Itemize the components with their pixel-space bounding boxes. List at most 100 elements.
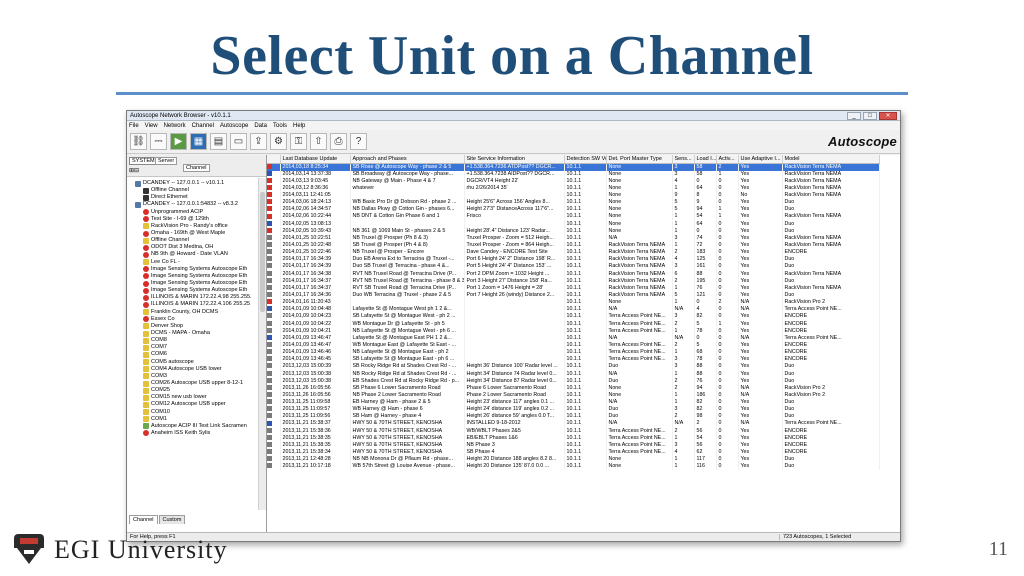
table-row[interactable]: 2013,11,21 15:38:35 HWY 50 & 70TH STREET,…: [267, 434, 880, 442]
tree-node[interactable]: Omaha - 169th @ West Maple: [127, 230, 258, 237]
tree-node[interactable]: Lee Co FL -: [127, 259, 258, 266]
tree-node[interactable]: Offline Channel: [127, 187, 258, 194]
table-row[interactable]: 2013,11,21 15:38:37 HWY 50 & 70TH STREET,…: [267, 420, 880, 428]
column-header[interactable]: Approach and Phases: [350, 155, 465, 164]
tree-node[interactable]: ILLINOIS & MARIN 172.22.4.106 255.25: [127, 301, 258, 308]
menu-tools[interactable]: Tools: [273, 123, 287, 129]
system-button[interactable]: SYSTEM: [129, 157, 158, 165]
table-row[interactable]: 2014,01,17 16:34:36 Duo WB Terracina @ Tr…: [267, 291, 880, 300]
tree-node[interactable]: Image Sensing Systems Autoscope Eth: [127, 287, 258, 294]
tree-node[interactable]: COM1: [127, 416, 258, 423]
table-row[interactable]: 2013,11,26 16:05:56 NB Phase 2 Lower Sacr…: [267, 391, 880, 399]
close-button[interactable]: ✕: [879, 111, 897, 120]
menu-view[interactable]: View: [145, 123, 158, 129]
key-icon[interactable]: ⚿: [290, 133, 307, 150]
folder-icon[interactable]: ▭: [230, 133, 247, 150]
column-header[interactable]: Model: [782, 155, 880, 164]
table-row[interactable]: 2014,01,25 10:22:48 SB Truxel @ Prosper (…: [267, 241, 880, 250]
table-row[interactable]: 2014,01,17 16:34:38 RVT NB Truxel Road @ …: [267, 270, 880, 278]
column-header[interactable]: Site Service Information: [464, 155, 565, 164]
network-icon[interactable]: ⎓: [150, 133, 167, 150]
tree-node[interactable]: COM26 Autoscope USB upper 8-12-1: [127, 380, 258, 387]
table-row[interactable]: 2014,01,09 13:46:45 SB Lafayette St @ Mon…: [267, 356, 880, 364]
table-row[interactable]: 2014,01,09 10:04:48 Lafayette St @ Montag…: [267, 306, 880, 314]
tree-node[interactable]: Denver Shop: [127, 323, 258, 330]
print-icon[interactable]: ⎙: [330, 133, 347, 150]
table-row[interactable]: 2013,12,03 15:00:38 NB Rocky Ridge Rd at …: [267, 370, 880, 378]
table-row[interactable]: 2014,01,09 10:04:22 WB Montague Dr @ Lafa…: [267, 320, 880, 328]
table-row[interactable]: 2014,01,17 16:34:39 Duo EB Arena Ext to T…: [267, 256, 880, 264]
upload-icon[interactable]: ⇧: [310, 133, 327, 150]
help-icon[interactable]: ?: [350, 133, 367, 150]
column-header[interactable]: Sens...: [672, 155, 695, 164]
column-header-status[interactable]: [267, 155, 281, 164]
table-row[interactable]: 2014,01,16 11:20:43 10.1.1 None 1 0 2 N/A RackV…: [267, 299, 880, 307]
tree-node[interactable]: COM10: [127, 409, 258, 416]
tree-node[interactable]: Direct Ethernet: [127, 194, 258, 201]
tree-node[interactable]: COM5 autoscope: [127, 359, 258, 366]
menu-file[interactable]: File: [129, 123, 139, 129]
tree-node[interactable]: Franklin County, OH DCMS: [127, 309, 258, 316]
tree-node[interactable]: Test Site - I-69 @ 129th: [127, 216, 258, 223]
video-icon[interactable]: ▶: [170, 133, 187, 150]
table-row[interactable]: 2014,02,06 14:34:57 NB Dallas Pkwy @ Cott…: [267, 206, 880, 214]
tree-node[interactable]: ODOT Dist 3 Medina, OH: [127, 244, 258, 251]
column-header[interactable]: Activ...: [716, 155, 739, 164]
tree-node[interactable]: DCANDEY -- 127.0.0.1:54832 -- v8.3.2: [127, 201, 258, 208]
column-header[interactable]: Load I...: [694, 155, 717, 164]
menu-autoscope[interactable]: Autoscope: [220, 123, 248, 129]
table-row[interactable]: 2014,03,12 8:36:36 whatever rhu 2/26/2014 …: [267, 184, 880, 192]
menu-help[interactable]: Help: [293, 123, 305, 129]
table-row[interactable]: 2013,12,03 15:00:39 SB Rocky Ridge Rd at …: [267, 363, 880, 371]
tab-channel[interactable]: Channel: [129, 515, 158, 524]
table-row[interactable]: 2014,01,25 10:22:46 NB Truxel @ Prosper -…: [267, 249, 880, 257]
tree-node[interactable]: Unprogrammed ACIP: [127, 209, 258, 216]
tree-node[interactable]: COM25: [127, 387, 258, 394]
grid-icon[interactable]: ▦: [190, 133, 207, 150]
table-row[interactable]: 2013,11,21 15:38:36 HWY 50 & 70TH STREET,…: [267, 427, 880, 435]
column-header[interactable]: Detection SW Versi...: [564, 155, 607, 164]
tree-node[interactable]: DCMS - MAPA - Omaha: [127, 330, 258, 337]
table-row[interactable]: 2013,11,26 16:05:56 SB Phase 6 Lower Sacr…: [267, 384, 880, 392]
table-row[interactable]: 2014,01,09 10:04:23 SB Lafayette St @ Mon…: [267, 313, 880, 321]
tree-node[interactable]: RackVision Pro - Randy's office: [127, 223, 258, 230]
table-row[interactable]: 2014,01,09 10:04:21 NB Lafayette St @ Mon…: [267, 327, 880, 335]
tree-node[interactable]: Autoscope ACIP III Test Link Sacramen: [127, 423, 258, 430]
table-row[interactable]: 2013,12,03 15:00:38 EB Shades Crest Rd at…: [267, 377, 880, 385]
table-row[interactable]: 2014,03,06 18:24:13 WB Basic Pro Dr @ Dob…: [267, 199, 880, 207]
table-row[interactable]: 2013,11,21 10:17:18 WB 57th Street @ Loui…: [267, 463, 880, 471]
tree-node[interactable]: ILLINOIS & MARIN 172.22.4.98 255.255.: [127, 294, 258, 301]
tree-node[interactable]: COM8: [127, 337, 258, 344]
connect-icon[interactable]: ⛓: [130, 133, 147, 150]
export-icon[interactable]: ⇪: [250, 133, 267, 150]
minimize-button[interactable]: _: [847, 111, 861, 120]
column-header[interactable]: Use Adaptive I...: [738, 155, 783, 164]
menu-network[interactable]: Network: [164, 123, 186, 129]
table-row[interactable]: 2014,01,09 13:46:46 NB Lafayette St @ Mon…: [267, 349, 880, 357]
table-row[interactable]: 2014,02,06 10:22:44 NB DNT & Cotton Gin P…: [267, 213, 880, 221]
tree-node[interactable]: Essex Co: [127, 316, 258, 323]
table-row[interactable]: 2014,01,25 10:22:51 NB Truxel @ Prosper (…: [267, 234, 880, 242]
table-row[interactable]: 2014,01,17 16:34:37 RVT NB Truxel Road @ …: [267, 277, 880, 285]
table-row[interactable]: 2014,01,17 16:34:37 RVT SB Truxel Road @ …: [267, 284, 880, 292]
channel-dropdown[interactable]: Channel: [183, 164, 210, 172]
table-row[interactable]: 2014,03,13 9:03:45 NB Gateway @ Main - Ph…: [267, 177, 880, 185]
table-row[interactable]: 2013,11,21 15:38:34 HWY 50 & 70TH STREET,…: [267, 448, 880, 457]
tree-node[interactable]: DCANDEY -- 127.0.0.1 -- v10.1.1: [127, 180, 258, 187]
table-row[interactable]: 2014,02,05 10:39:43 NB 361 @ 1069 Main St…: [267, 227, 880, 235]
table-row[interactable]: 2013,11,25 11:09:58 EB Harney @ Ham - pha…: [267, 399, 880, 407]
tree-scrollbar[interactable]: [258, 178, 266, 510]
table-row[interactable]: 2014,02,05 13:08:13 10.1.1 None 1 64 0 Yes Duo: [267, 220, 880, 228]
column-header[interactable]: Det. Port Master Type: [606, 155, 673, 164]
tree-node[interactable]: COM7: [127, 344, 258, 351]
table-row[interactable]: 2014,03,18 8:25:34 SB Rose @ Autoscope Wa…: [267, 163, 880, 171]
chart-icon[interactable]: ▤: [210, 133, 227, 150]
tab-custom[interactable]: Custom: [158, 515, 186, 524]
server-dropdown[interactable]: Server: [155, 157, 178, 165]
table-row[interactable]: 2014,01,09 13:46:47 WB Montague East @ La…: [267, 341, 880, 350]
column-header[interactable]: Last Database Update: [280, 155, 351, 164]
tree-node[interactable]: COM6: [127, 351, 258, 358]
maximize-button[interactable]: □: [863, 111, 877, 120]
tree-node[interactable]: Image Sensing Systems Autoscope Eth: [127, 266, 258, 273]
tree-node[interactable]: COM12 Autoscope USB upper: [127, 401, 258, 408]
